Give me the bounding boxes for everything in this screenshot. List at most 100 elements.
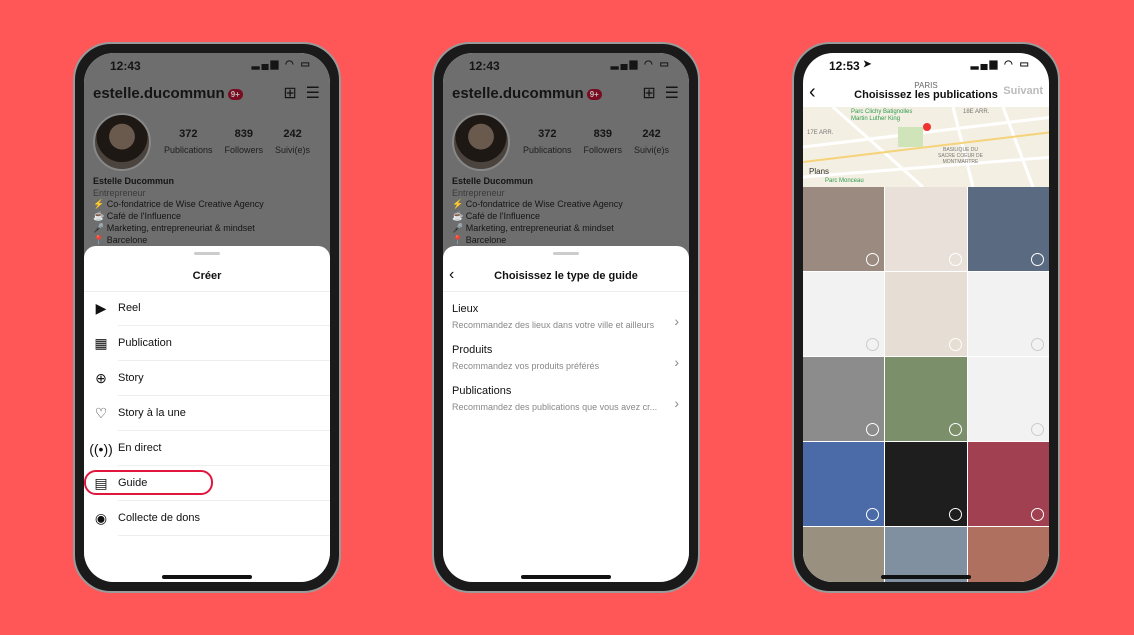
select-circle[interactable]: [1031, 423, 1044, 436]
time: 12:53: [829, 59, 860, 73]
story-add-icon: ⊕: [95, 370, 107, 386]
bio-line: ⚡ Co-fondatrice de Wise Creative Agency: [93, 199, 264, 210]
post-tile[interactable]: [803, 527, 885, 582]
select-circle[interactable]: [1031, 508, 1044, 521]
menu-item-publication[interactable]: ▦ Publication: [84, 326, 330, 361]
signal-wifi-battery-icon: ▂▄▆ ◠ ▭: [970, 59, 1031, 70]
posts-grid: [803, 187, 1049, 582]
post-tile[interactable]: [885, 272, 967, 356]
username: estelle.ducommun 9+: [452, 85, 602, 102]
bio-line: ☕ Café de l'Influence: [93, 211, 181, 222]
phone-create-menu: 12:43 ▂▄▆ ◠ ▭ estelle.ducommun 9+ ⊞ ☰ 372 P…: [73, 42, 341, 593]
select-circle[interactable]: [866, 253, 880, 266]
post-tile[interactable]: [967, 357, 1049, 441]
username-text: estelle.ducommun: [93, 85, 225, 102]
post-tile[interactable]: [967, 272, 1049, 356]
select-circle[interactable]: [866, 508, 880, 521]
map-label: Parc Monceau: [825, 178, 864, 184]
guide-type-places[interactable]: Lieux Recommandez des lieux dans votre vi…: [452, 303, 679, 344]
stat-posts: 372 Publications: [164, 128, 213, 155]
home-indicator: [162, 575, 252, 579]
time: 12:43: [110, 59, 141, 73]
stat-posts: 372 Publications: [523, 128, 572, 155]
select-circle[interactable]: [948, 338, 962, 351]
full-name: Estelle Ducommun: [93, 176, 175, 186]
apple-maps-logo: Plans: [809, 167, 830, 176]
post-tile[interactable]: [803, 187, 885, 271]
select-circle[interactable]: [948, 508, 962, 521]
highlight-icon: ♡: [94, 405, 108, 421]
add-icon[interactable]: ⊞: [283, 85, 296, 102]
menu-icon[interactable]: ☰: [665, 85, 679, 102]
drag-handle[interactable]: [553, 252, 579, 255]
signal-wifi-battery-icon: ▂▄▆ ◠ ▭: [610, 59, 671, 70]
post-tile[interactable]: [885, 357, 967, 441]
post-tile[interactable]: [885, 527, 967, 582]
stat-followers: 839 Followers: [583, 128, 623, 155]
menu-item-story-highlight[interactable]: ♡ Story à la une: [84, 396, 330, 431]
avatar: [93, 113, 151, 171]
menu-icon[interactable]: ☰: [306, 85, 320, 102]
select-circle[interactable]: [1031, 253, 1044, 266]
avatar: [452, 113, 510, 171]
map-label: 18E ARR.: [963, 109, 990, 115]
map[interactable]: Parc Clichy Batignolles Martin Luther Ki…: [803, 107, 1049, 187]
status-bar: 12:43 ▂▄▆ ◠ ▭: [84, 57, 330, 77]
reel-icon: ▶: [95, 300, 107, 316]
notification-badge: 9+: [586, 88, 602, 100]
sheet-title: Créer: [192, 270, 222, 282]
bio: Estelle Ducommun Entrepreneur ⚡ Co-fondat…: [452, 176, 623, 245]
select-circle[interactable]: [948, 423, 962, 436]
location-arrow-icon: ➤: [863, 59, 872, 70]
menu-item-live[interactable]: ((•)) En direct: [84, 431, 330, 466]
drag-handle[interactable]: [194, 252, 220, 255]
menu-item-fundraiser[interactable]: ◉ Collecte de dons: [84, 501, 330, 536]
fundraiser-icon: ◉: [94, 510, 108, 526]
phone-choose-posts: 12:53 ➤ ▂▄▆ ◠ ▭ ‹ PARIS Choisissez les pub…: [792, 42, 1060, 593]
select-circle[interactable]: [866, 423, 880, 436]
time: 12:43: [469, 59, 500, 73]
menu-item-reel[interactable]: ▶ Reel: [84, 291, 330, 326]
post-tile[interactable]: [803, 272, 885, 356]
post-tile[interactable]: [885, 187, 967, 271]
map-label: BASILIQUE DU SACRE COEUR DE MONTMARTRE: [938, 147, 984, 165]
post-tile[interactable]: [967, 527, 1049, 582]
stat-followers: 839 Followers: [224, 128, 264, 155]
add-icon[interactable]: ⊞: [642, 85, 655, 102]
home-indicator: [881, 575, 971, 579]
signal-wifi-battery-icon: ▂▄▆ ◠ ▭: [251, 59, 312, 70]
guide-type-posts[interactable]: Publications Recommandez des publications…: [452, 385, 679, 426]
home-indicator: [521, 575, 611, 579]
live-icon: ((•)): [89, 440, 113, 457]
grid-icon: ▦: [94, 335, 108, 351]
map-label: 17E ARR.: [807, 130, 834, 136]
bio: Estelle Ducommun Entrepreneur ⚡ Co-fonda…: [93, 176, 264, 246]
post-tile[interactable]: [967, 187, 1049, 271]
category: Entrepreneur: [93, 187, 146, 198]
next-button[interactable]: Suivant: [1003, 85, 1043, 97]
menu-item-story[interactable]: ⊕ Story: [84, 361, 330, 396]
sheet-title: Choisissez le type de guide: [494, 270, 638, 282]
guide-highlight-outline: [84, 470, 213, 495]
stat-following: 242 Suivi(e)s: [275, 128, 311, 155]
post-tile[interactable]: [885, 442, 967, 526]
map-label: Parc Clichy Batignolles Martin Luther Ki…: [851, 109, 913, 122]
map-pin-icon: [923, 123, 931, 131]
guide-type-sheet: ‹ Choisissez le type de guide Lieux Recom…: [443, 246, 689, 582]
bio-line: 📍 Barcelone: [93, 234, 148, 245]
notification-badge: 9+: [227, 88, 243, 100]
stat-following: 242 Suivi(e)s: [634, 128, 670, 155]
create-sheet: Créer ▶ Reel ▦ Publication ⊕ Story ♡ Story à…: [84, 246, 330, 582]
chevron-right-icon: ›: [674, 395, 679, 411]
select-circle[interactable]: [1031, 338, 1044, 351]
post-tile[interactable]: [967, 442, 1049, 526]
post-tile[interactable]: [803, 357, 885, 441]
username: estelle.ducommun 9+: [93, 85, 243, 102]
bio-line: 🎤 Marketing, entrepreneuriat & mindset: [93, 222, 255, 233]
phone-guide-type: 12:43 ▂▄▆ ◠ ▭ estelle.ducommun 9+ ⊞ ☰ 372 P…: [432, 42, 700, 593]
select-circle[interactable]: [948, 253, 962, 266]
chevron-right-icon: ›: [674, 354, 679, 370]
select-circle[interactable]: [866, 338, 880, 351]
post-tile[interactable]: [803, 442, 885, 526]
guide-type-products[interactable]: Produits Recommandez vos produits préféré…: [452, 344, 679, 385]
